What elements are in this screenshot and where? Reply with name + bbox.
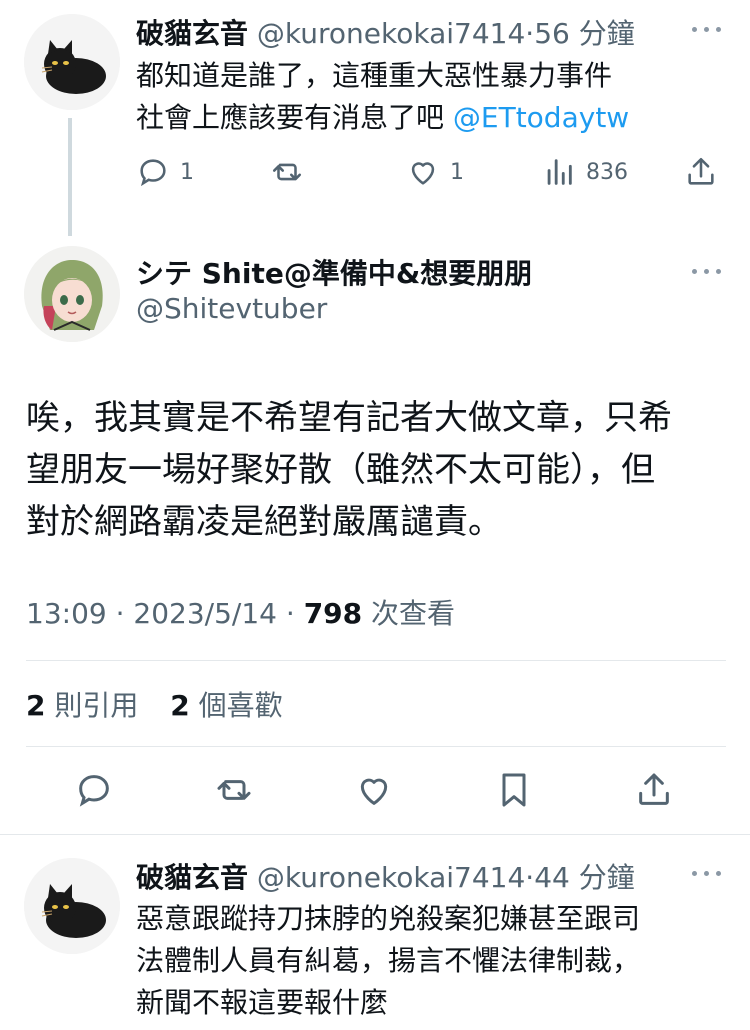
- tweet-line: 惡意跟蹤持刀抹脖的兇殺案犯嫌甚至跟司: [136, 902, 641, 935]
- likes-link[interactable]: 2 個喜歡: [170, 689, 282, 722]
- tweet-text: 惡意跟蹤持刀抹脖的兇殺案犯嫌甚至跟司 法體制人員有糾葛，揚言不懼法律制裁， 新聞…: [136, 898, 726, 1024]
- tweet-metadata: 13:09 · 2023/5/14 · 798 次查看: [26, 592, 455, 632]
- tweet-line-with-mention: 社會上應該要有消息了吧 @ETtodaytw: [136, 97, 726, 139]
- like-button[interactable]: 1: [406, 155, 464, 189]
- black-cat-avatar-icon: [24, 14, 120, 110]
- separator: ·: [276, 597, 304, 630]
- reply-count: 1: [180, 159, 194, 185]
- display-name[interactable]: シテ Shite@準備中&想要朋朋: [136, 252, 532, 292]
- avatar[interactable]: [24, 14, 120, 110]
- tweet-line: 新聞不報這要報什麼: [136, 986, 389, 1019]
- share-icon: [688, 157, 714, 185]
- quotes-link[interactable]: 2 則引用: [26, 689, 138, 722]
- separator: ·: [525, 17, 535, 50]
- likes-label: 個喜歡: [189, 689, 283, 722]
- reply-icon: [79, 775, 109, 807]
- reply-icon: [140, 159, 166, 187]
- views-count: 836: [586, 159, 628, 185]
- main-tweet-text: 唉，我其實是不希望有記者大做文章，只希 望朋友一場好聚好散（雖然不太可能），但 …: [26, 392, 726, 548]
- views-label: 次查看: [362, 597, 456, 630]
- main-tweet-actions: [0, 770, 750, 814]
- heart-icon: [411, 162, 435, 185]
- tweet-date[interactable]: 2023/5/14: [133, 597, 277, 630]
- divider: [26, 746, 726, 747]
- retweet-icon: [217, 780, 251, 800]
- tweet-line: 法體制人員有糾葛，揚言不懼法律制裁，: [136, 944, 641, 977]
- reply-button[interactable]: 1: [136, 155, 194, 189]
- tweet-line: 唉，我其實是不希望有記者大做文章，只希: [26, 398, 672, 438]
- share-icon: [639, 773, 669, 805]
- tweet-actions: 1 1 836: [136, 155, 726, 195]
- like-button[interactable]: [354, 770, 398, 814]
- tweet-header: 破貓玄音 @kuronekokai7414·56 分鐘: [136, 12, 635, 52]
- more-options-icon[interactable]: [692, 24, 722, 34]
- bookmark-icon: [502, 773, 526, 807]
- thread-line: [68, 118, 72, 236]
- quotes-count: 2: [26, 689, 46, 722]
- engagement-stats: 2 則引用 2 個喜歡: [26, 684, 283, 724]
- tweet-kuroneko-1[interactable]: 破貓玄音 @kuronekokai7414·56 分鐘 都知道是誰了，這種重大惡…: [0, 0, 750, 240]
- bookmark-button[interactable]: [494, 770, 538, 814]
- tweet-header: 破貓玄音 @kuronekokai7414·44 分鐘: [136, 856, 635, 896]
- quotes-label: 則引用: [45, 689, 139, 722]
- user-handle[interactable]: @kuronekokai7414: [257, 17, 525, 50]
- timestamp[interactable]: 44 分鐘: [534, 861, 635, 894]
- separator: ·: [525, 861, 535, 894]
- tweet-line: 社會上應該要有消息了吧: [136, 101, 453, 134]
- divider: [26, 660, 726, 661]
- display-name[interactable]: 破貓玄音: [136, 17, 248, 50]
- like-count: 1: [450, 159, 464, 185]
- retweet-button[interactable]: [270, 155, 314, 189]
- avatar[interactable]: [24, 858, 120, 954]
- reply-button[interactable]: [74, 770, 118, 814]
- tweet-kuroneko-2[interactable]: 破貓玄音 @kuronekokai7414·44 分鐘 惡意跟蹤持刀抹脖的兇殺案…: [0, 836, 750, 1030]
- tweet-time[interactable]: 13:09: [26, 597, 107, 630]
- retweet-button[interactable]: [214, 770, 258, 814]
- retweet-icon: [272, 163, 302, 181]
- tweet-text: 都知道是誰了，這種重大惡性暴力事件 社會上應該要有消息了吧 @ETtodaytw: [136, 55, 726, 139]
- tweet-line: 望朋友一場好聚好散（雖然不太可能），但: [26, 450, 655, 490]
- share-button[interactable]: [634, 770, 678, 814]
- user-handle[interactable]: @Shitevtuber: [136, 292, 327, 325]
- mention-link[interactable]: @ETtodaytw: [453, 101, 629, 134]
- views-count: 798: [303, 597, 363, 630]
- black-cat-avatar-icon: [24, 858, 120, 954]
- likes-count: 2: [170, 689, 190, 722]
- timestamp[interactable]: 56 分鐘: [534, 17, 635, 50]
- avatar[interactable]: [24, 246, 120, 342]
- views-bar-chart-icon: [547, 159, 572, 185]
- tweet-line: 對於網路霸凌是絕對嚴厲譴責。: [26, 502, 502, 542]
- divider: [0, 834, 750, 835]
- user-handle[interactable]: @kuronekokai7414: [257, 861, 525, 894]
- heart-icon: [360, 778, 388, 805]
- more-options-icon[interactable]: [692, 266, 722, 276]
- anime-girl-avatar-icon: [24, 246, 120, 342]
- more-options-icon[interactable]: [692, 868, 722, 878]
- share-button[interactable]: [684, 155, 718, 189]
- display-name[interactable]: 破貓玄音: [136, 861, 248, 894]
- tweet-line: 都知道是誰了，這種重大惡性暴力事件: [136, 59, 613, 92]
- views-button[interactable]: 836: [542, 155, 628, 189]
- separator: ·: [106, 597, 134, 630]
